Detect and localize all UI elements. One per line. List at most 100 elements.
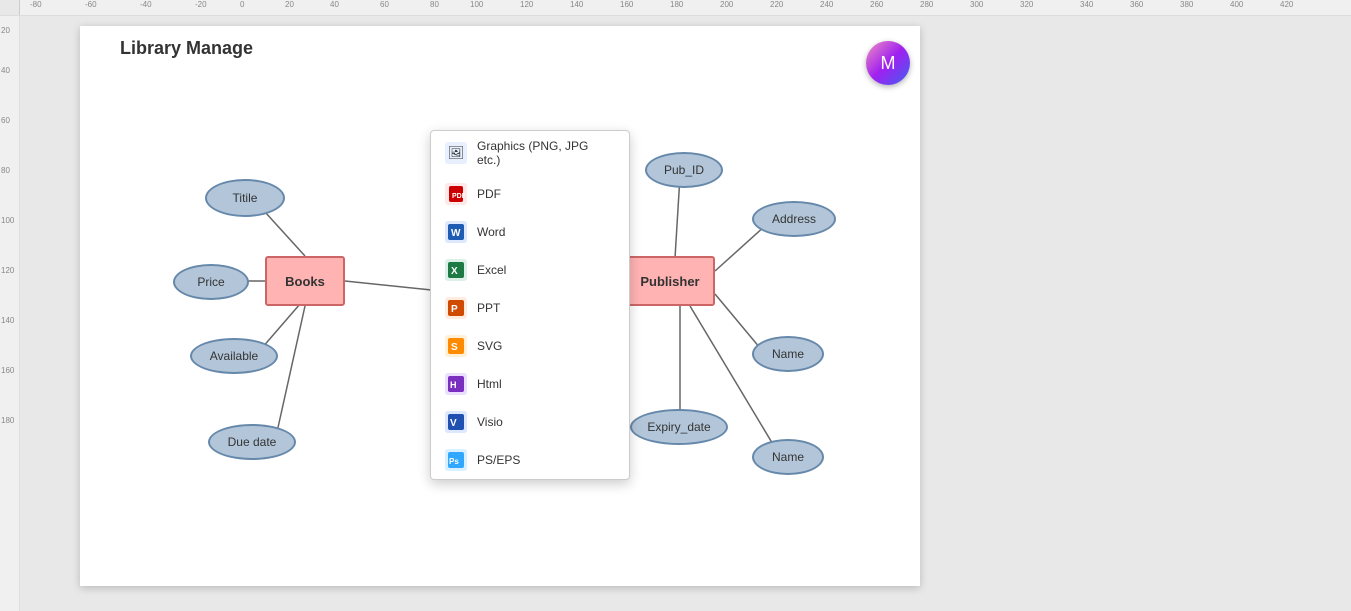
ppt-icon: P: [445, 297, 467, 319]
ruler-mark: 20: [285, 0, 294, 9]
vruler-mark: 140: [1, 316, 14, 325]
entity-books-label: Books: [285, 274, 325, 289]
ruler-corner: [0, 0, 20, 15]
entity-books[interactable]: Books: [265, 256, 345, 306]
export-ppt[interactable]: P PPT: [431, 289, 629, 327]
export-graphics-label: Graphics (PNG, JPG etc.): [477, 139, 615, 167]
ruler-mark: 160: [620, 0, 633, 9]
export-graphics[interactable]: 🖼 Graphics (PNG, JPG etc.): [431, 131, 629, 175]
export-ppt-label: PPT: [477, 301, 500, 315]
svg-text:X: X: [451, 266, 458, 277]
vruler-mark: 180: [1, 416, 14, 425]
vruler-mark: 160: [1, 366, 14, 375]
main-area: -80 -60 -40 -20 0 20 40 60 80 100 120 14…: [0, 156, 1351, 581]
export-html-label: Html: [477, 377, 502, 391]
entity-name2[interactable]: Name: [752, 439, 824, 475]
ruler-mark: 400: [1230, 0, 1243, 9]
vruler-mark: 40: [1, 66, 10, 75]
v-ruler: 20 40 60 80 100 120 140 160 180: [0, 16, 20, 611]
entity-name1[interactable]: Name: [752, 336, 824, 372]
ruler-mark: 240: [820, 0, 833, 9]
ruler-mark: 360: [1130, 0, 1143, 9]
entity-due-date[interactable]: Due date: [208, 424, 296, 460]
entity-pub-id[interactable]: Pub_ID: [645, 152, 723, 188]
export-visio-label: Visio: [477, 415, 503, 429]
entity-pub-id-label: Pub_ID: [664, 163, 704, 177]
export-excel[interactable]: X Excel: [431, 251, 629, 289]
ruler-mark: 0: [240, 0, 244, 9]
entity-expiry-label: Expiry_date: [647, 420, 710, 434]
export-pdf[interactable]: PDF PDF: [431, 175, 629, 213]
excel-icon: X: [445, 259, 467, 281]
vruler-mark: 20: [1, 26, 10, 35]
pseps-icon: Ps: [445, 449, 467, 471]
ruler-mark: -20: [195, 0, 207, 9]
export-visio[interactable]: V Visio: [431, 403, 629, 441]
svg-text:P: P: [451, 304, 458, 315]
export-svg[interactable]: S SVG: [431, 327, 629, 365]
ruler-mark: 420: [1280, 0, 1293, 9]
export-word-label: Word: [477, 225, 505, 239]
ruler-mark: 220: [770, 0, 783, 9]
ruler-mark: 100: [470, 0, 483, 9]
entity-address-label: Address: [772, 212, 816, 226]
entity-price[interactable]: Price: [173, 264, 249, 300]
svg-text:S: S: [451, 342, 458, 353]
ruler-mark: 280: [920, 0, 933, 9]
vruler-mark: 100: [1, 216, 14, 225]
canvas-section: 20 40 60 80 100 120 140 160 180 M Librar…: [0, 16, 1351, 611]
svg-text:PDF: PDF: [452, 193, 465, 200]
entity-expiry[interactable]: Expiry_date: [630, 409, 728, 445]
ruler-mark: 80: [430, 0, 439, 9]
svg-text:Ps: Ps: [449, 457, 459, 466]
html-icon: H: [445, 373, 467, 395]
entity-publisher[interactable]: Publisher: [625, 256, 715, 306]
h-ruler: -80 -60 -40 -20 0 20 40 60 80 100 120 14…: [20, 0, 1351, 15]
entity-available[interactable]: Available: [190, 338, 278, 374]
ruler-mark: 380: [1180, 0, 1193, 9]
ruler-mark: 120: [520, 0, 533, 9]
vruler-mark: 120: [1, 266, 14, 275]
export-pdf-label: PDF: [477, 187, 501, 201]
export-pseps-label: PS/EPS: [477, 453, 520, 467]
entity-name2-label: Name: [772, 450, 804, 464]
svg-text:W: W: [451, 228, 461, 239]
entity-address[interactable]: Address: [752, 201, 836, 237]
canvas-avatar: M: [866, 41, 910, 85]
entity-name1-label: Name: [772, 347, 804, 361]
export-pseps[interactable]: Ps PS/EPS: [431, 441, 629, 479]
h-ruler-wrap: -80 -60 -40 -20 0 20 40 60 80 100 120 14…: [0, 0, 1351, 16]
visio-icon: V: [445, 411, 467, 433]
pdf-icon: PDF: [445, 183, 467, 205]
ruler-mark: 260: [870, 0, 883, 9]
ruler-mark: 180: [670, 0, 683, 9]
export-excel-label: Excel: [477, 263, 506, 277]
svg-text:V: V: [450, 418, 457, 429]
word-icon: W: [445, 221, 467, 243]
export-html[interactable]: H Html: [431, 365, 629, 403]
entity-available-label: Available: [210, 349, 258, 363]
ruler-mark: 60: [380, 0, 389, 9]
export-svg-label: SVG: [477, 339, 502, 353]
ruler-mark: 140: [570, 0, 583, 9]
diagram-title: Library Manage: [120, 38, 253, 59]
entity-title-label: Titile: [233, 191, 258, 205]
graphics-icon: 🖼: [445, 142, 467, 164]
ruler-mark: -60: [85, 0, 97, 9]
canvas[interactable]: M Library Manage: [20, 16, 1351, 611]
ruler-mark: 320: [1020, 0, 1033, 9]
ruler-mark: 200: [720, 0, 733, 9]
entity-publisher-label: Publisher: [640, 274, 699, 289]
ruler-mark: 340: [1080, 0, 1093, 9]
ruler-mark: 40: [330, 0, 339, 9]
svg-text:H: H: [450, 380, 457, 390]
ruler-mark: -80: [30, 0, 42, 9]
vruler-mark: 60: [1, 116, 10, 125]
vruler-mark: 80: [1, 166, 10, 175]
entity-price-label: Price: [197, 275, 224, 289]
entity-title[interactable]: Titile: [205, 179, 285, 217]
svg-icon: S: [445, 335, 467, 357]
export-word[interactable]: W Word: [431, 213, 629, 251]
export-dropdown: 🖼 Graphics (PNG, JPG etc.) PDF PDF W Wor…: [430, 130, 630, 480]
ruler-mark: -40: [140, 0, 152, 9]
